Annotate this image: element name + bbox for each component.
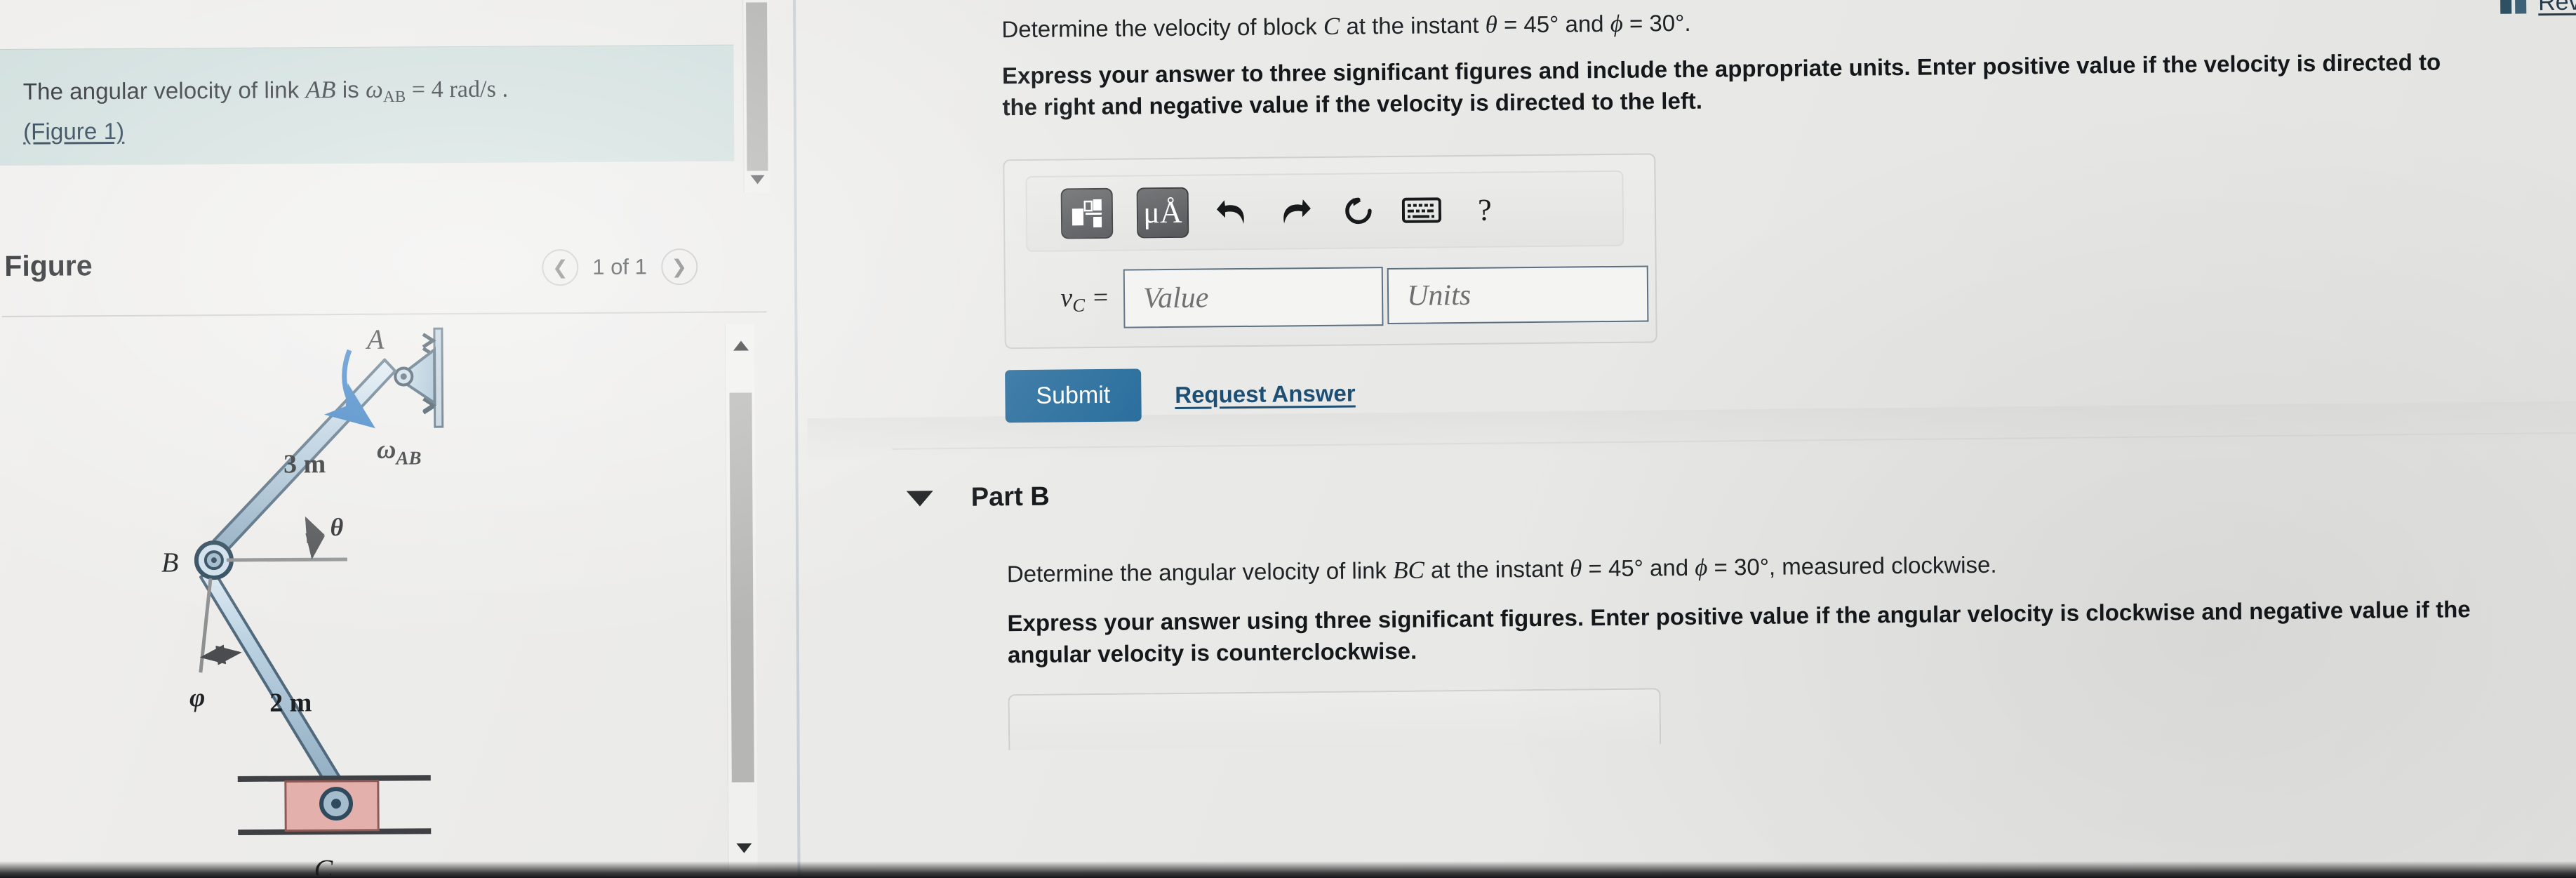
problem-statement-box: The angular velocity of link AB is ωAB =… <box>0 44 735 166</box>
pa-q-theta: θ <box>1485 11 1497 39</box>
label-omega-ab: ωAB <box>377 434 422 468</box>
screenshot-root: The angular velocity of link AB is ωAB =… <box>0 0 2576 878</box>
pa-var-equals: = <box>1084 282 1110 312</box>
pb-q-and: and <box>1643 554 1695 581</box>
redo-button[interactable] <box>1276 189 1316 234</box>
book-icon <box>2500 0 2527 14</box>
pb-q-theta: θ <box>1569 554 1582 583</box>
pa-q-and: and <box>1559 10 1610 37</box>
hint-omega-symbol: ω <box>365 75 384 103</box>
reset-circular-arrow-icon <box>1345 197 1372 225</box>
pa-var-sub: C <box>1072 294 1086 316</box>
left-panel: The angular velocity of link AB is ωAB =… <box>0 0 801 878</box>
part-a-answer-card: μÅ ? vC = Value Units <box>1003 153 1659 350</box>
pb-q-end: , measured clockwise. <box>1768 551 1997 580</box>
math-template-button[interactable] <box>1060 187 1114 239</box>
pa-q-var: C <box>1323 12 1340 40</box>
pa-q-end: . <box>1684 9 1691 36</box>
link-bc <box>199 567 349 800</box>
label-point-a: A <box>365 324 385 355</box>
chevron-right-icon[interactable]: ❯ <box>660 248 698 286</box>
value-input[interactable]: Value <box>1123 267 1384 328</box>
figure-scrollbar-thumb[interactable] <box>729 392 754 783</box>
pb-q-theta-val: = 45° <box>1582 554 1644 582</box>
figure-diagram: θ φ A B C <box>2 319 721 878</box>
hint-value: = 4 rad/s . <box>406 76 509 103</box>
review-link-label: Revi <box>2537 0 2576 16</box>
figure-1-link[interactable]: (Figure 1) <box>23 114 124 149</box>
pin-joint-b <box>194 540 234 580</box>
slider-block-c <box>237 775 432 835</box>
units-input[interactable]: Units <box>1387 265 1649 325</box>
part-b-title: Part B <box>970 481 1050 512</box>
part-a-instruction: Express your answer to three significant… <box>1001 48 2441 121</box>
figure-navigation: ❮ 1 of 1 ❯ <box>542 248 698 286</box>
part-a-answer-row: vC = Value Units <box>1006 260 1659 333</box>
question-mark-icon: ? <box>1477 192 1492 227</box>
pa-var: v <box>1060 283 1073 313</box>
figure-counter: 1 of 1 <box>592 254 648 279</box>
undo-arrow-icon <box>1216 200 1244 224</box>
part-a-submit-row: Submit Request Answer <box>1005 366 1356 423</box>
hint-prefix: The angular velocity of link <box>22 77 306 105</box>
pb-q-phi: ϕ <box>1695 553 1708 581</box>
figure-header: Figure ❮ 1 of 1 ❯ <box>1 232 798 321</box>
hint-scrollbar[interactable] <box>742 0 770 193</box>
help-button[interactable]: ? <box>1465 187 1505 232</box>
keyboard-button[interactable] <box>1401 188 1442 232</box>
units-placeholder: Units <box>1406 279 1471 312</box>
arrow-down-icon[interactable] <box>750 175 765 185</box>
redo-arrow-icon <box>1283 199 1311 224</box>
right-panel: Revi Determine the velocity of block C a… <box>803 0 2576 878</box>
pa-q-prefix: Determine the velocity of block <box>1001 13 1324 43</box>
problem-statement-text: The angular velocity of link AB is ωAB =… <box>23 71 712 149</box>
triangle-down-icon[interactable] <box>906 490 933 507</box>
pb-q-var: BC <box>1392 556 1425 584</box>
pb-q-prefix: Determine the angular velocity of link <box>1006 557 1394 587</box>
hint-omega-subscript: AB <box>382 86 406 106</box>
photo-bottom-shadow <box>0 861 2576 878</box>
figure-header-divider <box>1 311 767 317</box>
request-answer-link[interactable]: Request Answer <box>1175 380 1356 408</box>
figure-title: Figure <box>4 249 93 282</box>
angle-phi-label: φ <box>189 683 205 712</box>
pa-q-mid: at the instant <box>1340 11 1486 39</box>
chevron-left-icon[interactable]: ❮ <box>542 248 579 286</box>
part-b-header[interactable]: Part B <box>906 481 1050 514</box>
hint-middle: is <box>335 76 366 103</box>
pa-q-theta-val: = 45° <box>1497 11 1559 38</box>
keyboard-icon <box>1401 197 1442 223</box>
part-b-instruction: Express your answer using three signific… <box>1007 596 2471 668</box>
part-b-question: Determine the angular velocity of link B… <box>1007 545 2481 588</box>
pb-q-phi-val: = 30° <box>1707 553 1770 580</box>
pin-support-bracket <box>394 347 436 406</box>
part-a-question: Determine the velocity of block C at the… <box>1001 2 2335 44</box>
hint-link-name: AB <box>305 76 336 104</box>
hint-scrollbar-thumb[interactable] <box>746 2 768 171</box>
label-point-b: B <box>161 546 179 578</box>
part-b-answer-card <box>1008 688 1662 751</box>
part-a-toolbar: μÅ ? <box>1025 170 1624 252</box>
label-length-bc: 2 m <box>269 688 312 717</box>
undo-button[interactable] <box>1213 190 1253 234</box>
linkage-mechanism-svg: θ φ A B C <box>161 324 444 878</box>
value-placeholder: Value <box>1142 281 1209 315</box>
units-button[interactable]: μÅ <box>1136 187 1189 239</box>
part-a-variable-label: vC = <box>1006 281 1123 317</box>
mu-angstrom-icon: μÅ <box>1143 194 1182 230</box>
pb-q-mid: at the instant <box>1424 555 1570 583</box>
pa-q-phi-val: = 30° <box>1622 9 1685 36</box>
pa-q-phi: ϕ <box>1610 9 1624 37</box>
math-template-icon <box>1072 199 1102 228</box>
figure-scrollbar[interactable] <box>724 324 758 872</box>
arrow-up-icon[interactable] <box>733 340 749 351</box>
review-link[interactable]: Revi <box>2500 0 2576 17</box>
reset-button[interactable] <box>1339 189 1379 233</box>
angle-theta-label: θ <box>330 513 343 541</box>
arrow-down-icon[interactable] <box>736 843 752 853</box>
submit-button[interactable]: Submit <box>1005 368 1142 423</box>
label-length-ab: 3 m <box>283 449 326 479</box>
